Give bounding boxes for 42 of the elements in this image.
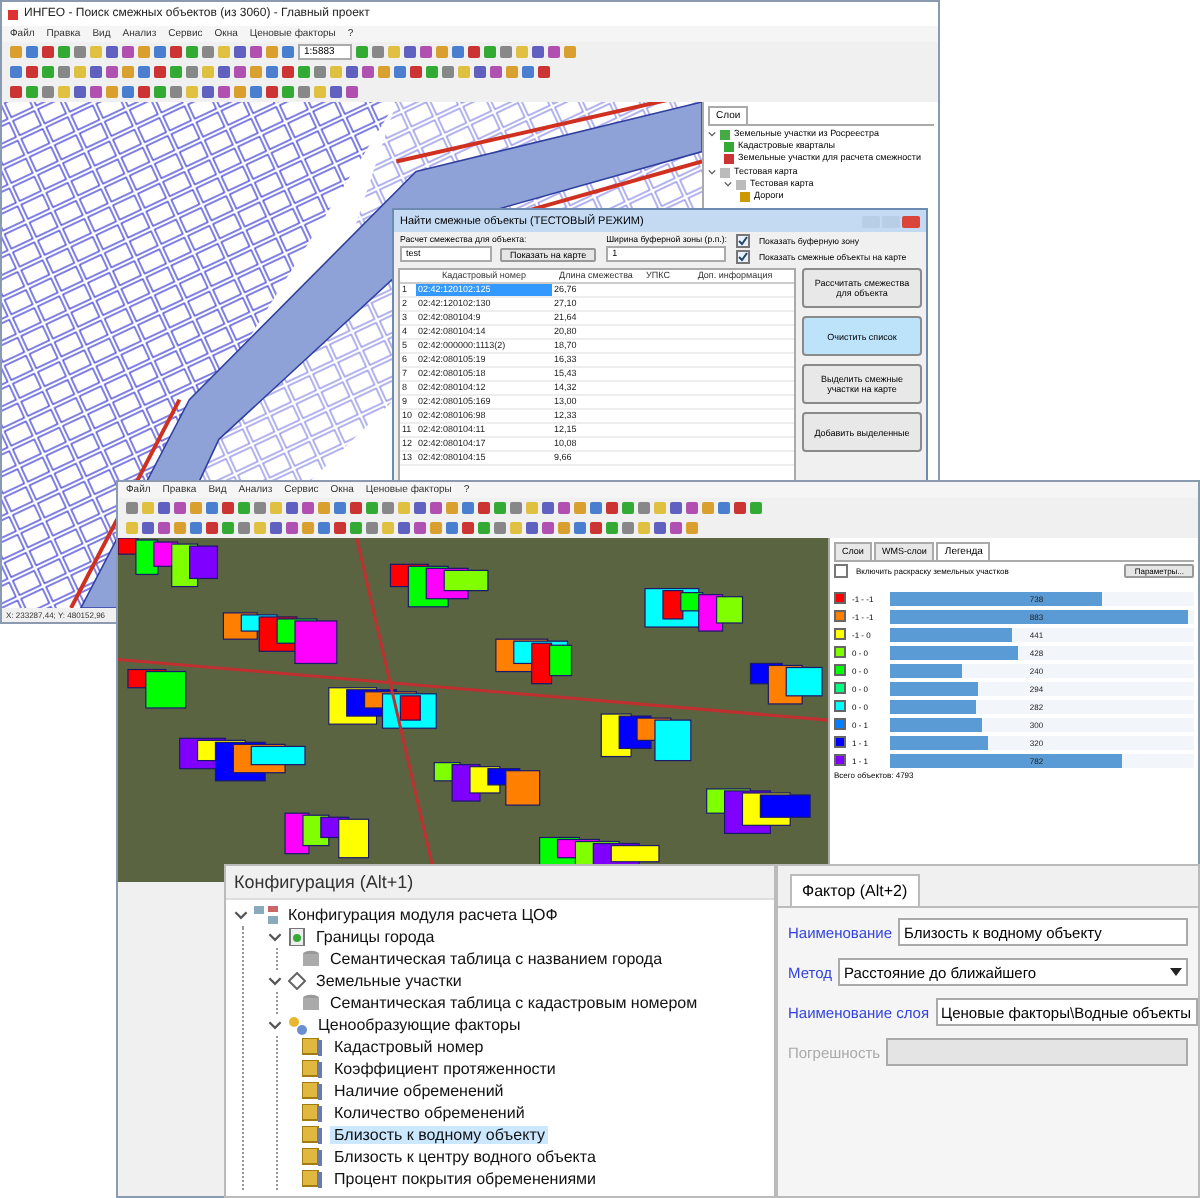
factor-icon: [302, 1170, 324, 1188]
checkbox[interactable]: [736, 234, 751, 248]
collapse-icon[interactable]: [268, 1018, 282, 1032]
tree-item[interactable]: Количество обременений: [330, 1104, 529, 1122]
tree-item[interactable]: Процент покрытия обременениями: [330, 1170, 600, 1188]
app-icon: [8, 9, 18, 19]
tree-item[interactable]: Кадастровый номер: [330, 1038, 488, 1056]
document-icon: [288, 928, 306, 946]
hierarchy-icon: [254, 906, 278, 924]
diamond-icon: [288, 972, 306, 990]
factor-icon: [302, 1104, 324, 1122]
database-icon: [302, 994, 320, 1012]
factor-icon: [302, 1060, 324, 1078]
tree-item[interactable]: Близость к центру водного объекта: [330, 1148, 600, 1166]
factor-tab[interactable]: Фактор (Alt+2): [790, 874, 920, 906]
tree-item[interactable]: Ценообразующие факторы: [314, 1016, 525, 1034]
database-icon: [302, 950, 320, 968]
panel-title: Конфигурация (Alt+1): [226, 866, 774, 900]
tree-item[interactable]: Коэффициент протяженности: [330, 1060, 560, 1078]
tree-item[interactable]: Семантическая таблица с кадастровым номером: [326, 994, 702, 1012]
tree-item[interactable]: Близость к водному объекту: [330, 1126, 549, 1144]
factor-icon: [302, 1148, 324, 1166]
collapse-icon[interactable]: [724, 180, 732, 188]
collapse-icon[interactable]: [234, 908, 248, 922]
factor-icon: [302, 1082, 324, 1100]
factor-icon: [302, 1038, 324, 1056]
collapse-icon[interactable]: [708, 168, 716, 176]
dropdown-caret-icon: [1170, 968, 1182, 976]
gears-icon: [288, 1015, 308, 1035]
close-button[interactable]: [902, 215, 920, 227]
tree-item[interactable]: Земельные участки: [312, 972, 466, 990]
tree-item[interactable]: Наличие обременений: [330, 1082, 508, 1100]
tree-item[interactable]: Семантическая таблица с названием города: [326, 950, 667, 968]
collapse-icon[interactable]: [268, 974, 282, 988]
collapse-icon[interactable]: [268, 930, 282, 944]
checkbox[interactable]: [736, 250, 751, 264]
text-field[interactable]: [886, 1038, 1188, 1066]
checkbox[interactable]: [834, 564, 848, 578]
tree-item[interactable]: Границы города: [312, 928, 439, 946]
collapse-icon[interactable]: [708, 130, 716, 138]
factor-icon: [302, 1126, 324, 1144]
tree-item[interactable]: Конфигурация модуля расчета ЦОФ: [284, 906, 562, 924]
